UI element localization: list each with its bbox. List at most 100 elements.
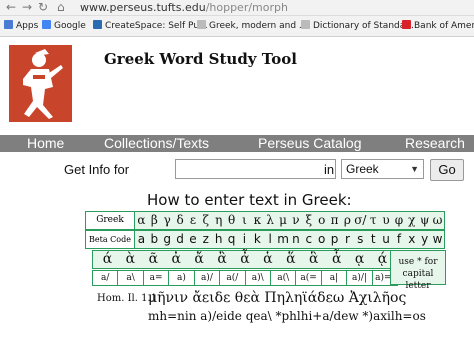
greek-letter: ν [292,213,300,227]
address-bar[interactable]: www.perseus.tufts.edu/hopper/morph [80,1,288,14]
greek-letter: λ [266,213,274,227]
accented-letter: ά [102,251,113,267]
greek-letter: φ [394,213,404,227]
beta-letter: u [382,232,390,246]
perseus-figure-icon [9,45,72,122]
url-path: /hopper/morph [205,1,288,14]
beta-letter: d [176,232,184,246]
accented-letter: ἄ [194,251,204,267]
nav-perseus-catalog[interactable]: Perseus Catalog [258,135,362,152]
greek-letter: ζ [202,213,210,227]
beta-letter: p [330,232,339,246]
beta-letter: r [344,232,350,246]
accent-code: a)/ [195,271,221,285]
accented-letter: ᾶ [148,251,159,267]
accented-letter: ἁ [263,251,273,267]
bookmark-label: Dictionary of Standa... [313,21,414,31]
accent-code: a| [322,271,348,285]
beta-letter: b [150,232,159,246]
accent-code: a= [144,271,170,285]
beta-letter: o [318,232,326,246]
greek-letter: σ/ς [354,213,367,244]
nav-collections[interactable]: Collections/Texts [104,135,209,152]
home-icon[interactable]: ⌂ [57,1,65,14]
accented-letter: ἅ [286,251,296,267]
page-icon [197,20,206,29]
greek-letter: α [137,213,146,227]
perseus-logo[interactable] [9,45,72,122]
language-select[interactable]: Greek ▼ [341,159,424,179]
beta-letter: k [253,232,261,246]
capital-letter-note: use * for capital letter [390,250,446,291]
language-label: in [324,162,335,177]
go-button[interactable]: Go [430,159,464,181]
back-arrow-icon[interactable]: ← [6,1,16,14]
apps-grid-icon [4,20,13,29]
greek-alphabet-row: Greek αβγδεζηθικλμνξοπρσ/ςτυφχψω [85,211,445,244]
greek-letter: χ [408,213,416,227]
site-title: Greek Word Study Tool [104,50,297,68]
accented-letter: ὰ [125,251,136,267]
nav-home[interactable]: Home [27,135,64,152]
accented-letter: ᾳ [354,251,365,267]
example-greek-text: μῆνιν ἄειδε θεὰ Πηληϊάδεω Ἀχιλῆος [148,290,407,306]
beta-letter: q [227,232,236,246]
bookmark-apps[interactable]: Apps [4,20,38,31]
accent-code: a)/| [347,271,373,285]
bookmark-label: CreateSpace: Self Pu... [105,21,208,31]
greek-letter: ε [189,213,197,227]
nav-research[interactable]: Research [405,135,465,152]
forward-arrow-icon[interactable]: → [22,1,32,14]
greek-letter: ω [432,213,443,227]
accent-code: a(\ [271,271,297,285]
bookmark-createspace[interactable]: CreateSpace: Self Pu... [93,20,208,31]
bookmark-greek-modern[interactable]: Greek, modern and ... [197,20,308,31]
reload-icon[interactable]: ↻ [38,1,48,14]
greek-letter: ο [318,213,326,227]
accent-code: a\ [118,271,144,285]
accent-code: a/ [93,271,119,285]
instructions-heading: How to enter text in Greek: [147,191,352,209]
beta-letter: s [357,232,364,246]
greek-letter: ψ [419,213,430,227]
beta-letter: n [292,232,300,246]
accented-letter: ἇ [331,251,342,267]
example-beta-code: mh=nin a)/eide qea\ *phlhi+a/dew *)axilh… [148,309,426,323]
greek-letter: υ [382,213,390,227]
beta-letter: f [396,232,402,246]
accented-letters-row: άὰᾶἀἄἂἆἁἅἃἇᾳᾴ [92,250,398,269]
url-host: www.perseus.tufts.edu [80,1,206,14]
beta-letter: h [214,232,223,246]
chevron-down-icon: ▼ [410,164,419,174]
beta-letter: a [137,232,146,246]
greek-row-label: Greek [86,212,135,229]
beta-letter: w [432,232,443,246]
accent-code: a(/ [220,271,246,285]
createspace-icon [93,20,102,29]
beta-letter: t [370,232,376,246]
bookmarks-bar: Apps Google CreateSpace: Self Pu... Gree… [0,16,474,37]
main-nav: Home Collections/Texts Perseus Catalog R… [0,135,474,152]
bookmark-google[interactable]: Google [42,20,86,31]
beta-letter: c [305,232,313,246]
bookmark-label: Greek, modern and ... [209,21,308,31]
beta-letter: g [163,232,171,246]
beta-row-label: Beta Code [86,231,135,248]
greek-letter: δ [176,213,184,227]
accented-letter: ἂ [217,251,227,267]
beta-code-row: Beta Code abgdezhqiklmncoprstufxyw [85,230,445,249]
bookmark-dictionary[interactable]: Dictionary of Standa... [301,20,414,31]
beta-letter: i [242,232,247,246]
accent-code: a) [169,271,195,285]
greek-letter: π [330,213,339,227]
greek-letter: β [150,213,158,227]
bookmark-bank-of-america[interactable]: Bank of America [402,20,474,31]
greek-letter: ρ [343,213,351,227]
beta-letter: m [277,232,289,246]
bank-of-america-icon [402,20,411,29]
greek-letter: ι [242,213,247,227]
google-icon [42,20,51,29]
search-input[interactable] [175,159,336,179]
search-label: Get Info for [64,162,130,177]
language-selected: Greek [346,162,379,176]
